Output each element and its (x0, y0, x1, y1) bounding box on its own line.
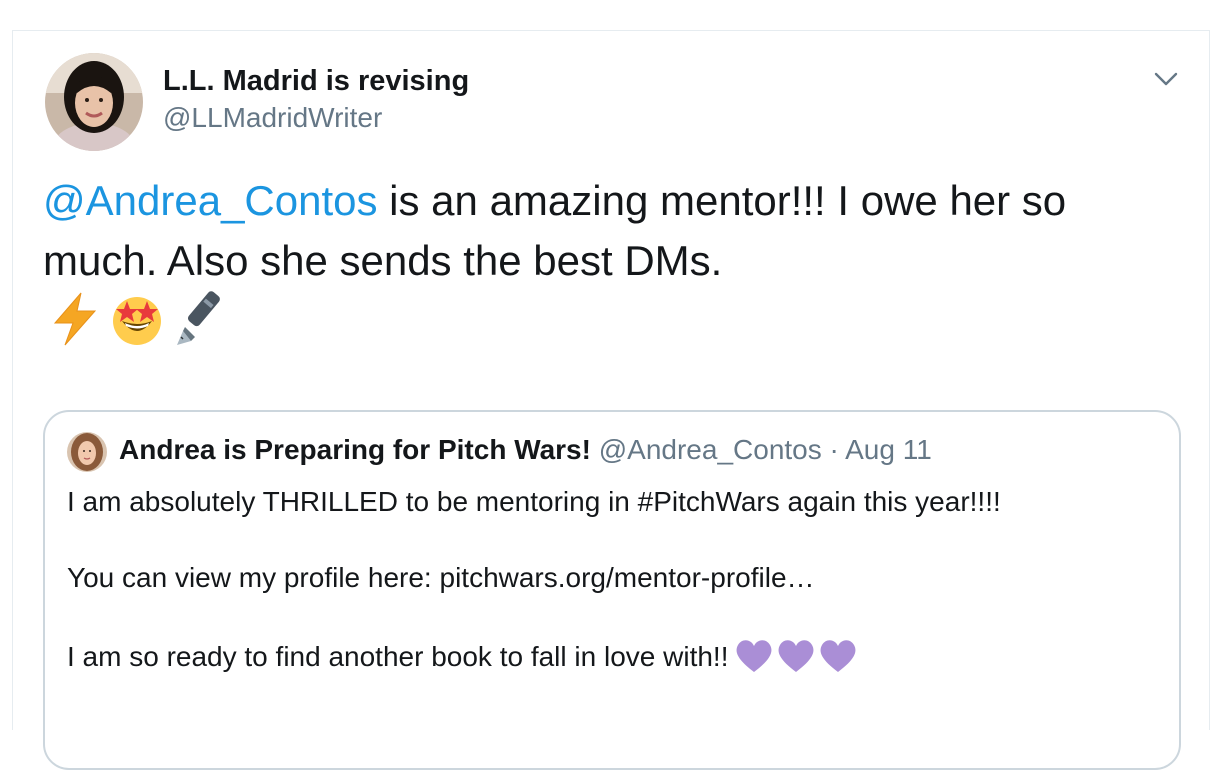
fountain-pen-emoji-icon (171, 291, 227, 347)
star-struck-emoji-icon (109, 291, 165, 347)
author-display-name[interactable]: L.L. Madrid is revising (163, 65, 469, 98)
quoted-text-line-1: I am absolutely THRILLED to be mentoring… (67, 486, 1001, 517)
quoted-text-line-2: You can view my profile here: pitchwars.… (67, 562, 815, 593)
quoted-header: Andrea is Preparing for Pitch Wars! @And… (119, 434, 932, 466)
tweet-text-line2: much. Also she sends the best DMs. (43, 237, 723, 284)
quoted-author-display-name[interactable]: Andrea is Preparing for Pitch Wars! (119, 434, 591, 465)
author-avatar[interactable] (45, 53, 143, 151)
quoted-text-line-3-text: I am so ready to find another book to fa… (67, 641, 729, 672)
chevron-down-icon[interactable] (1151, 67, 1181, 91)
tweet-card[interactable]: L.L. Madrid is revising @LLMadridWriter … (12, 30, 1210, 770)
purple-heart-icon (818, 638, 858, 674)
tweet-text: @Andrea_Contos is an amazing mentor!!! I… (43, 171, 1163, 291)
quoted-author-handle[interactable]: @Andrea_Contos (599, 434, 822, 465)
quoted-author-avatar[interactable] (67, 432, 107, 472)
quoted-tweet-date[interactable]: Aug 11 (845, 434, 932, 465)
quoted-tweet[interactable]: Andrea is Preparing for Pitch Wars! @And… (43, 410, 1181, 770)
author-handle[interactable]: @LLMadridWriter (163, 102, 382, 134)
tweet-text-line1: is an amazing mentor!!! I owe her so (377, 177, 1067, 224)
emoji-row (47, 291, 227, 347)
lightning-emoji-icon (47, 291, 103, 347)
hearts-row (734, 638, 858, 674)
quoted-text-line-3: I am so ready to find another book to fa… (67, 638, 858, 674)
purple-heart-icon (776, 638, 816, 674)
purple-heart-icon (734, 638, 774, 674)
mention-link[interactable]: @Andrea_Contos (43, 177, 378, 224)
header-separator: · (829, 434, 839, 465)
